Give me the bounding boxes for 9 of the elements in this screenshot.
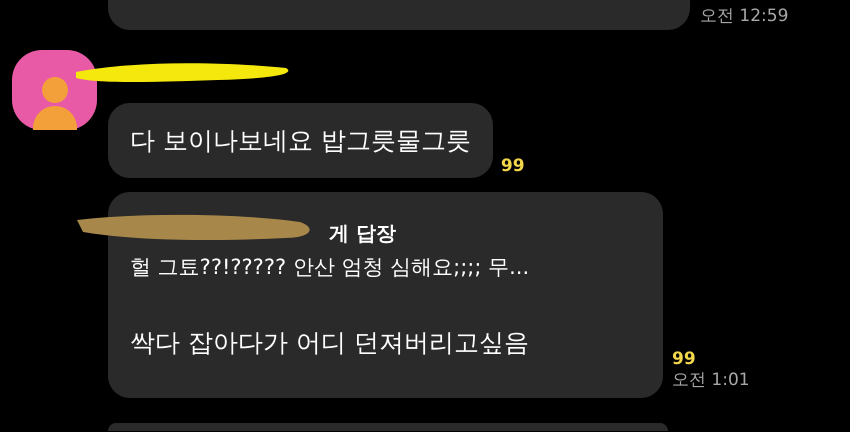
message-time: 오전 12:59 xyxy=(700,6,788,26)
unread-count: 99 xyxy=(672,349,697,370)
message-bubble: 다 보이나보네요 밥그릇물그릇 xyxy=(108,103,493,178)
avatar-icon xyxy=(12,50,97,130)
message-time: 오전 1:01 xyxy=(672,370,750,390)
quoted-message: 헐 그툐??!????? 안산 엄청 심해요;;;; 무... xyxy=(130,254,530,281)
message-text: 싹다 잡아다가 어디 던져버리고싶음 xyxy=(130,326,530,358)
reply-header: 게 답장 xyxy=(329,220,397,247)
unread-count: 99 xyxy=(500,156,525,176)
